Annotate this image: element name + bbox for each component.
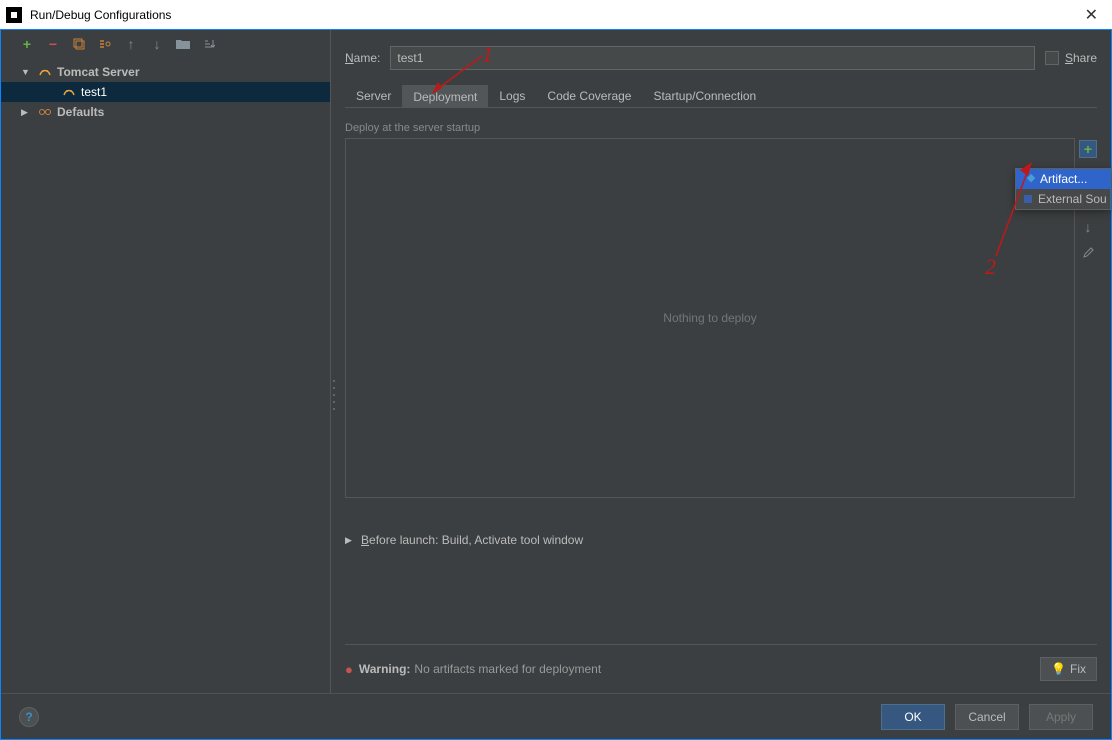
deploy-list[interactable]: Nothing to deploy [345,138,1075,498]
warning-bar: ● Warning: No artifacts marked for deplo… [345,644,1097,693]
warning-icon: ● [345,662,353,677]
app-icon [6,7,22,23]
fix-button[interactable]: 💡 Fix [1040,657,1097,681]
tab-code-coverage[interactable]: Code Coverage [536,84,642,107]
tree-node-test1[interactable]: test1 [1,82,330,102]
name-label: Name: [345,51,380,65]
ok-button[interactable]: OK [881,704,945,730]
folder-button[interactable] [175,36,191,52]
tab-deployment[interactable]: Deployment [402,85,488,108]
popup-item-label: Artifact... [1040,172,1087,186]
titlebar: Run/Debug Configurations ✕ [0,0,1112,30]
tree-node-tomcat[interactable]: ▼ Tomcat Server [1,62,330,82]
apply-button[interactable]: Apply [1029,704,1093,730]
fix-label: Fix [1070,662,1086,676]
tree-node-label: Defaults [57,105,104,119]
share-label: Share [1065,51,1097,65]
settings-config-button[interactable] [97,36,113,52]
left-panel: + − ↑ ↓ ▼ [1,30,331,693]
splitter-handle[interactable] [331,380,337,410]
copy-config-button[interactable] [71,36,87,52]
titlebar-text: Run/Debug Configurations [30,8,171,22]
dialog-buttons: OK Cancel Apply [881,704,1093,730]
chevron-right-icon: ▶ [345,535,357,546]
dialog: + − ↑ ↓ ▼ [0,30,1112,740]
chevron-down-icon: ▼ [21,67,33,77]
right-panel: Name: Share Server Deployment Logs Code … [331,30,1111,693]
add-deploy-button[interactable]: + [1079,140,1097,158]
tree-node-defaults[interactable]: ▶ Defaults [1,102,330,122]
popup-item-label: External Sou [1038,192,1107,206]
bottom-bar: ? OK Cancel Apply [1,693,1111,739]
config-tree: ▼ Tomcat Server test1 ▶ [1,58,330,693]
close-icon[interactable]: ✕ [1077,5,1106,25]
tree-toolbar: + − ↑ ↓ [1,30,330,58]
move-up-button[interactable]: ↑ [123,36,139,52]
warning-label: Warning: [359,662,411,676]
config-tabs: Server Deployment Logs Code Coverage Sta… [345,82,1097,108]
name-row: Name: Share [345,42,1097,74]
bulb-icon: 💡 [1051,662,1066,676]
move-down-deploy-button[interactable]: ↓ [1079,218,1097,236]
help-button[interactable]: ? [19,707,39,727]
tomcat-icon [61,84,77,100]
external-icon [1022,192,1034,206]
name-input[interactable] [390,46,1035,70]
add-popup-menu: Artifact... External Sou [1015,168,1111,210]
chevron-right-icon: ▶ [21,107,33,118]
artifact-icon [1022,172,1036,186]
deploy-area: Nothing to deploy + − ↑ ↓ [345,138,1097,498]
tab-startup-connection[interactable]: Startup/Connection [642,84,767,107]
tree-node-label: test1 [81,85,107,99]
before-launch-label: Before launch: Build, Activate tool wind… [361,533,583,547]
warning-text: No artifacts marked for deployment [414,662,601,676]
popup-item-artifact[interactable]: Artifact... [1016,169,1110,189]
edit-deploy-button[interactable] [1079,244,1097,262]
remove-config-button[interactable]: − [45,36,61,52]
tab-logs[interactable]: Logs [488,84,536,107]
checkbox-icon [1045,51,1059,65]
tree-node-label: Tomcat Server [57,65,139,79]
tomcat-icon [37,64,53,80]
popup-item-external[interactable]: External Sou [1016,189,1110,209]
move-down-button[interactable]: ↓ [149,36,165,52]
deploy-empty-text: Nothing to deploy [663,311,756,325]
defaults-icon [37,104,53,120]
deploy-section-label: Deploy at the server startup [345,122,1097,134]
sort-button[interactable] [201,36,217,52]
before-launch-row[interactable]: ▶ Before launch: Build, Activate tool wi… [345,528,1097,552]
cancel-button[interactable]: Cancel [955,704,1019,730]
tab-server[interactable]: Server [345,84,402,107]
main-area: + − ↑ ↓ ▼ [1,30,1111,693]
share-checkbox[interactable]: Share [1045,51,1097,65]
add-config-button[interactable]: + [19,36,35,52]
